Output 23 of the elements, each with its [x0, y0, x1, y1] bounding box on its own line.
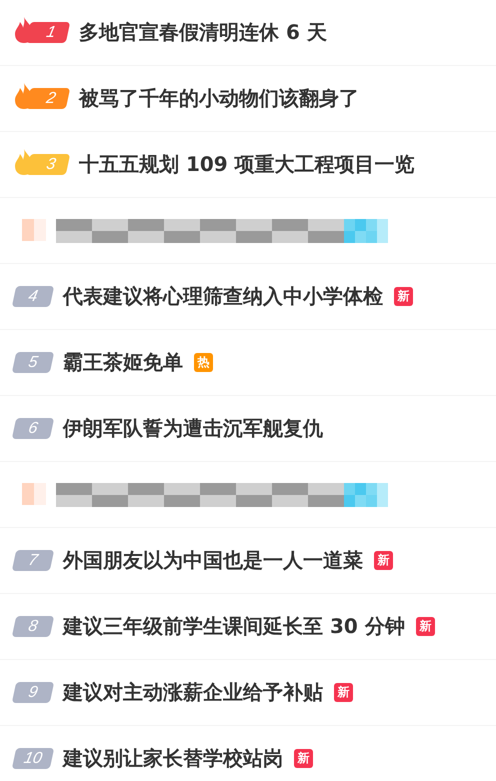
label-tag: 新	[394, 287, 413, 306]
rank-badge: 7	[12, 550, 54, 571]
rank-badge: 10	[12, 748, 54, 769]
headline-link[interactable]: 霸王茶姬免单	[63, 349, 183, 376]
headline-link[interactable]: 建议三年级前学生课间延长至 30 分钟	[63, 613, 405, 640]
rank-badge: 9	[12, 682, 54, 703]
headline-link[interactable]: 建议对主动涨薪企业给予补贴	[63, 679, 323, 706]
headline-link[interactable]: 代表建议将心理筛查纳入中小学体检	[63, 283, 383, 310]
rank-badge: 4	[12, 286, 54, 307]
rank-badge: 5	[12, 352, 54, 373]
label-tag: 新	[294, 749, 313, 768]
headline-link[interactable]: 被骂了千年的小动物们该翻身了	[79, 85, 359, 112]
rank-badge: 8	[12, 616, 54, 637]
headline-link[interactable]: 多地官宣春假清明连休 6 天	[79, 19, 327, 46]
rank-badge: 6	[12, 418, 54, 439]
label-tag: 新	[334, 683, 353, 702]
headline-link[interactable]: 外国朋友以为中国也是一人一道菜	[63, 547, 363, 574]
headline-link[interactable]: 伊朗军队誓为遭击沉军舰复仇	[63, 415, 323, 442]
headline-link[interactable]: 十五五规划 109 项重大工程项目一览	[79, 151, 415, 178]
headline-link[interactable]: 建议别让家长替学校站岗	[63, 745, 283, 772]
label-tag: 新	[416, 617, 435, 636]
label-tag: 热	[194, 353, 213, 372]
label-tag: 新	[374, 551, 393, 570]
